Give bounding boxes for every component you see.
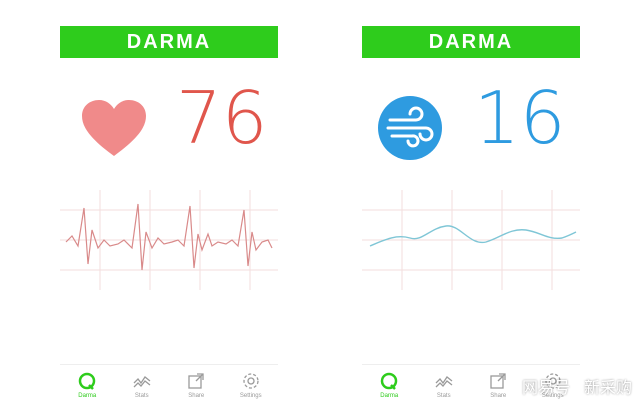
tab-settings[interactable]: Settings [226,371,276,399]
tab-darma[interactable]: Darma [364,371,414,399]
watermark-right: 新采购 [583,378,632,397]
brand-header: DARMA [362,26,580,58]
ecg-waveform [65,203,273,271]
tab-label: Darma [78,393,97,399]
share-icon [490,373,506,389]
watermark: 网易号 新采购 [522,374,632,398]
darma-logo-icon [79,372,96,390]
tab-label: Darma [380,393,399,399]
ecg-chart [60,190,278,290]
darma-logo-icon [381,372,398,390]
watermark-left: 网易号 [521,378,570,397]
respiration-rate-value: 16 [474,76,566,160]
settings-gear-icon [243,373,259,389]
tab-label: Settings [239,393,262,399]
tab-share[interactable]: Share [473,371,523,399]
tab-share[interactable]: Share [171,371,221,399]
respiration-screen: DARMA 16 Darma Stats Share Settings [362,0,580,408]
heart-rate-value: 76 [176,76,268,160]
tab-label: Stats [134,393,149,399]
heart-icon [82,100,146,156]
tab-label: Stats [436,393,451,399]
tab-label: Share [188,393,205,399]
respiration-waveform [369,225,577,247]
respiration-chart [362,190,580,290]
brand-logo-text: DARMA [126,30,212,53]
stats-icon [435,376,453,388]
brand-logo-text: DARMA [428,30,514,53]
tab-stats[interactable]: Stats [117,371,167,399]
tab-darma[interactable]: Darma [62,371,112,399]
tab-bar: Darma Stats Share Settings [60,364,278,408]
heart-rate-screen: DARMA 76 Darma Stats Share Settings [60,0,278,408]
tab-stats[interactable]: Stats [419,371,469,399]
tab-label: Share [490,393,507,399]
share-icon [188,373,204,389]
stats-icon [133,376,151,388]
brand-header: DARMA [60,26,278,58]
wind-icon [378,96,442,160]
